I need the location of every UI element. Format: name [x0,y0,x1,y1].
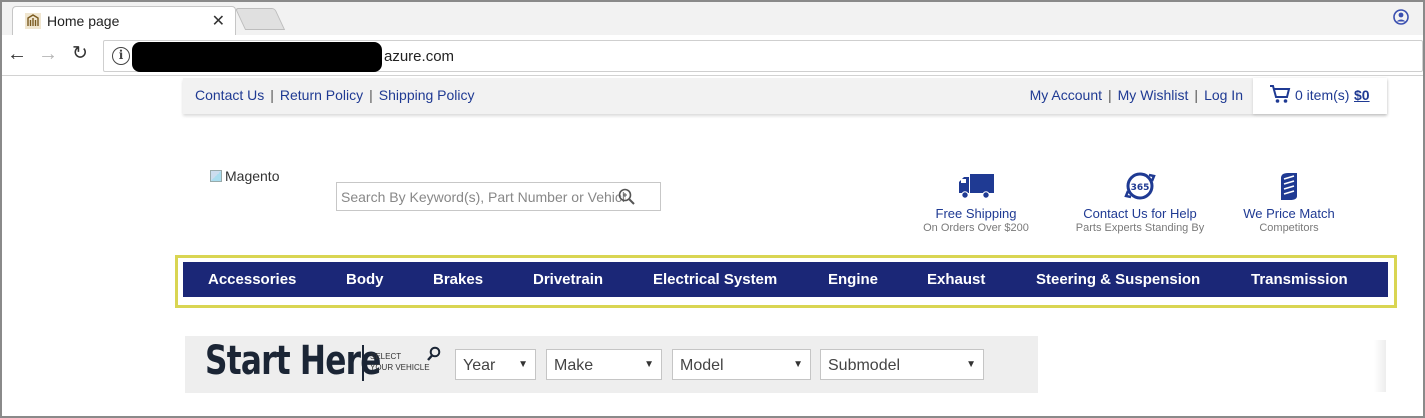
search-icon [427,346,441,361]
logo-alt-text: Magento [225,168,280,184]
feature-subtitle: Competitors [1259,222,1319,234]
feature-contact-help: 365 Contact Us for Help Parts Experts St… [1070,170,1210,234]
submodel-select-value: Submodel [828,357,901,374]
tab-title: Home page [47,13,120,29]
truck-icon [959,174,994,199]
url-text[interactable]: azure.com [384,48,454,65]
cart-total-link[interactable]: $0 [1354,87,1370,103]
back-arrow-icon[interactable]: ← [7,43,27,65]
nav-item-steering-suspension[interactable]: Steering & Suspension [1036,271,1200,288]
vehicle-selector: Start Here SELECT YOUR VEHICLE Year ▼ Ma… [185,336,1038,393]
log-in-link[interactable]: Log In [1204,87,1243,103]
site-logo[interactable]: Magento [210,168,279,184]
cart-icon [1270,85,1291,103]
chevron-down-icon: ▼ [518,359,528,370]
magento-favicon-icon [25,13,41,29]
feature-title: Contact Us for Help [1083,206,1197,221]
contact-us-link[interactable]: Contact Us [195,87,264,103]
select-vehicle-label: SELECT YOUR VEHICLE [370,351,430,373]
top-utility-bar: Contact Us | Return Policy | Shipping Policy… [183,78,1387,114]
browser-tabstrip: Home page ✕ [2,2,1423,35]
main-category-nav: Accessories Body Brakes Drivetrain Elect… [183,262,1388,297]
cart-count: 0 item(s) [1295,87,1350,103]
search-box [336,182,661,211]
nav-item-electrical-system[interactable]: Electrical System [653,271,777,288]
submodel-select[interactable]: Submodel ▼ [820,349,984,380]
select-label-line2: YOUR VEHICLE [370,363,430,372]
top-links-right: My Account | My Wishlist | Log In [1030,87,1243,103]
model-select[interactable]: Model ▼ [672,349,811,380]
feature-title: Free Shipping [935,206,1017,221]
info-icon[interactable]: i [112,47,130,65]
feature-subtitle: Parts Experts Standing By [1075,222,1205,234]
price-tag-icon [1281,173,1297,200]
browser-toolbar: ← → ↻ i azure.com [2,35,1423,76]
start-here-heading: Start Here [205,338,381,384]
search-icon[interactable] [617,187,637,207]
mini-cart[interactable]: 0 item(s) $0 [1253,78,1387,114]
forward-arrow-icon[interactable]: → [38,43,58,65]
top-links-left: Contact Us | Return Policy | Shipping Policy [195,87,475,103]
nav-item-accessories[interactable]: Accessories [208,271,296,288]
my-wishlist-link[interactable]: My Wishlist [1118,87,1189,103]
feature-price-match: We Price Match Competitors [1219,170,1359,234]
close-icon[interactable]: ✕ [212,11,225,31]
chevron-down-icon: ▼ [966,359,976,370]
model-select-value: Model [680,357,724,374]
make-select-value: Make [554,357,594,374]
nav-item-exhaust[interactable]: Exhaust [927,271,985,288]
feature-title: We Price Match [1243,206,1335,221]
link-separator: | [270,87,274,103]
address-bar[interactable]: i azure.com [103,40,1423,72]
make-select[interactable]: Make ▼ [546,349,662,380]
return-policy-link[interactable]: Return Policy [280,87,363,103]
year-select[interactable]: Year ▼ [455,349,536,380]
select-label-line1: SELECT [370,352,402,361]
profile-icon[interactable] [1393,9,1409,25]
nav-item-drivetrain[interactable]: Drivetrain [533,271,603,288]
reload-icon[interactable]: ↻ [72,43,88,65]
nav-item-transmission[interactable]: Transmission [1251,271,1348,288]
chevron-down-icon: ▼ [793,359,803,370]
svg-text:365: 365 [1131,183,1150,193]
heading-divider [362,345,364,381]
broken-image-icon [210,170,222,182]
url-redaction [132,42,382,72]
nav-item-body[interactable]: Body [346,271,384,288]
new-tab-button[interactable] [234,8,286,30]
my-account-link[interactable]: My Account [1030,87,1102,103]
feature-subtitle: On Orders Over $200 [923,222,1029,234]
nav-item-brakes[interactable]: Brakes [433,271,483,288]
content-edge-shadow [1374,340,1386,392]
link-separator: | [1108,87,1112,103]
shipping-policy-link[interactable]: Shipping Policy [379,87,475,103]
support-365-icon: 365 [1124,172,1156,200]
year-select-value: Year [463,357,496,374]
browser-tab[interactable]: Home page ✕ [12,6,236,35]
link-separator: | [369,87,373,103]
feature-free-shipping: Free Shipping On Orders Over $200 [906,170,1046,234]
search-input[interactable] [341,187,626,207]
chevron-down-icon: ▼ [644,359,654,370]
link-separator: | [1194,87,1199,103]
nav-item-engine[interactable]: Engine [828,271,878,288]
